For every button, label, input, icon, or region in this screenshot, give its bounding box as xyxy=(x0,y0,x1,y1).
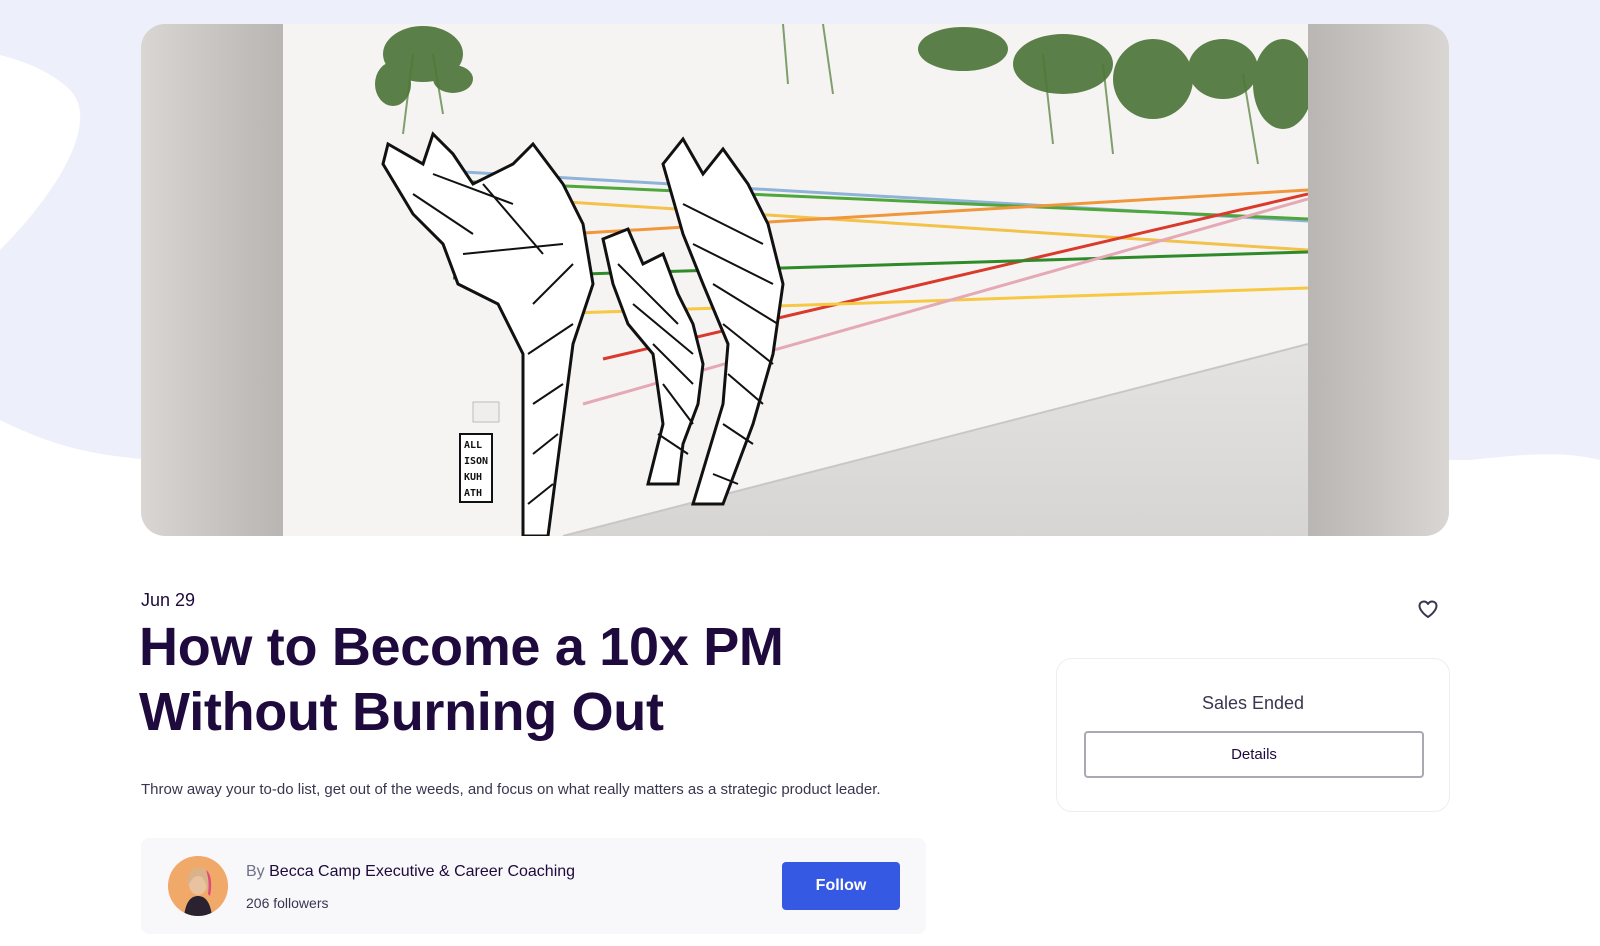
by-label: By xyxy=(246,863,265,880)
event-date: Jun 29 xyxy=(141,590,196,610)
details-button[interactable]: Details xyxy=(1084,731,1424,778)
ticket-sales-card: Sales Ended Details xyxy=(1056,658,1450,812)
organizer-followers-count: 206 followers xyxy=(246,895,329,911)
signature-line: ATH xyxy=(464,488,482,499)
organizer-name-link[interactable]: Becca Camp Executive & Career Coaching xyxy=(269,863,575,880)
event-hero-image: ALL ISON KUH ATH xyxy=(141,24,1449,536)
organizer-card: By Becca Camp Executive & Career Coachin… xyxy=(141,838,926,934)
avatar-image xyxy=(168,856,228,916)
organizer-avatar[interactable] xyxy=(168,856,228,916)
event-summary: Throw away your to-do list, get out of t… xyxy=(141,781,881,798)
signature-line: ALL xyxy=(464,440,482,451)
event-title: How to Become a 10x PM Without Burning O… xyxy=(139,617,784,742)
follow-button[interactable]: Follow xyxy=(782,862,900,910)
organizer-byline: By Becca Camp Executive & Career Coachin… xyxy=(246,863,575,881)
sales-status: Sales Ended xyxy=(1201,693,1305,713)
heart-icon[interactable] xyxy=(1416,597,1440,621)
signature-line: ISON xyxy=(464,456,488,467)
mural-artwork: ALL ISON KUH ATH xyxy=(283,24,1308,536)
signature-line: KUH xyxy=(464,472,482,483)
